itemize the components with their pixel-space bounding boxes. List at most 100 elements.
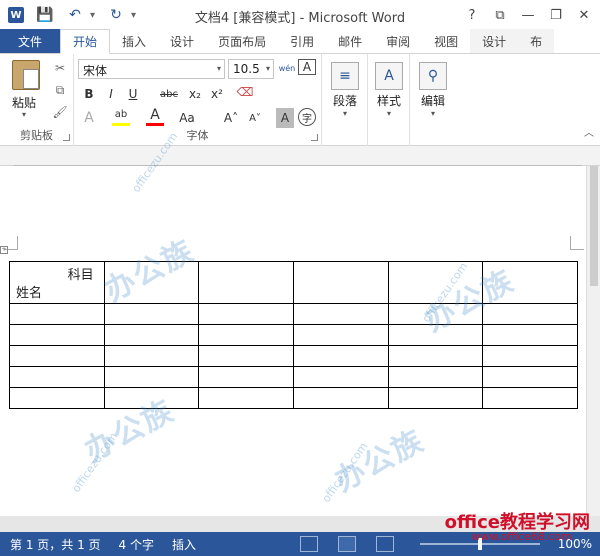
ribbon-display-options-button[interactable]: ⧉ bbox=[488, 4, 512, 26]
font-size-select[interactable]: 10.5 ▾ bbox=[228, 59, 274, 79]
close-button[interactable]: ✕ bbox=[572, 4, 596, 26]
paste-icon[interactable] bbox=[12, 60, 40, 90]
table-move-handle-icon[interactable]: + bbox=[0, 246, 8, 254]
table-cell[interactable] bbox=[482, 387, 578, 409]
collapse-ribbon-icon[interactable]: ︿ bbox=[584, 124, 594, 139]
tab-review[interactable]: 审阅 bbox=[374, 29, 422, 53]
page-count[interactable]: 第 1 页，共 1 页 bbox=[10, 536, 101, 553]
help-button[interactable]: ? bbox=[460, 4, 484, 26]
table-cell[interactable] bbox=[292, 345, 389, 367]
table-cell[interactable] bbox=[198, 387, 294, 409]
table-cell[interactable] bbox=[387, 261, 484, 304]
paragraph-button[interactable]: ≡ 段落 ▾ bbox=[323, 58, 367, 128]
table-cell[interactable] bbox=[9, 345, 105, 367]
tab-design[interactable]: 设计 bbox=[158, 29, 206, 53]
table-header-cell[interactable]: 科目 姓名 bbox=[9, 261, 105, 304]
styles-button[interactable]: A 样式 ▾ bbox=[367, 58, 411, 128]
print-layout-icon[interactable] bbox=[338, 536, 356, 552]
change-case-button[interactable]: Aa bbox=[178, 108, 196, 128]
table-cell[interactable] bbox=[387, 387, 484, 409]
vertical-scrollbar[interactable] bbox=[586, 166, 600, 516]
tab-file[interactable]: 文件 bbox=[0, 29, 61, 53]
grow-font-button[interactable]: A˄ bbox=[222, 108, 240, 128]
page[interactable]: + 科目 姓名 办公族 办公族 办公族 办公族 officezu.com off… bbox=[0, 130, 586, 516]
paste-button[interactable]: 粘贴 bbox=[12, 94, 36, 111]
table-cell[interactable] bbox=[292, 387, 389, 409]
table-cell[interactable] bbox=[482, 303, 578, 325]
customize-qat-icon[interactable]: ▾ bbox=[131, 10, 136, 21]
font-color-button[interactable]: A bbox=[146, 106, 164, 126]
table-cell[interactable] bbox=[198, 324, 294, 346]
font-launcher-icon[interactable] bbox=[311, 134, 318, 141]
word-count[interactable]: 4 个字 bbox=[119, 536, 154, 553]
table-cell[interactable] bbox=[198, 345, 294, 367]
tab-insert[interactable]: 插入 bbox=[110, 29, 158, 53]
table-cell[interactable] bbox=[292, 366, 389, 388]
table-cell[interactable] bbox=[198, 303, 294, 325]
web-layout-icon[interactable] bbox=[376, 536, 394, 552]
paste-dropdown-icon[interactable]: ▾ bbox=[22, 110, 26, 119]
minimize-button[interactable]: — bbox=[516, 4, 540, 26]
clear-formatting-icon[interactable]: ⌫ bbox=[236, 82, 254, 102]
table-cell[interactable] bbox=[198, 261, 294, 304]
italic-button[interactable]: I bbox=[102, 84, 120, 104]
underline-button[interactable]: U bbox=[124, 84, 142, 104]
table-cell[interactable] bbox=[292, 303, 389, 325]
table-cell[interactable] bbox=[103, 324, 200, 346]
table[interactable]: 科目 姓名 bbox=[9, 261, 578, 409]
redo-icon[interactable]: ↻ bbox=[107, 6, 125, 24]
table-cell[interactable] bbox=[9, 387, 105, 409]
undo-dropdown-icon[interactable]: ▾ bbox=[90, 10, 95, 21]
table-cell[interactable] bbox=[482, 324, 578, 346]
font-name-select[interactable]: 宋体 ▾ bbox=[78, 59, 225, 79]
table-cell[interactable] bbox=[9, 366, 105, 388]
table-cell[interactable] bbox=[292, 261, 389, 304]
read-mode-icon[interactable] bbox=[300, 536, 318, 552]
shrink-font-button[interactable]: A˅ bbox=[246, 108, 264, 128]
editing-button[interactable]: ⚲ 编辑 ▾ bbox=[411, 58, 455, 128]
table-cell[interactable] bbox=[103, 303, 200, 325]
tab-table-design[interactable]: 设计 bbox=[470, 29, 519, 53]
table-cell[interactable] bbox=[103, 366, 200, 388]
table-cell[interactable] bbox=[482, 366, 578, 388]
table-cell[interactable] bbox=[292, 324, 389, 346]
table-cell[interactable] bbox=[9, 324, 105, 346]
undo-icon[interactable]: ↶ bbox=[66, 6, 84, 24]
restore-button[interactable]: ❐ bbox=[544, 4, 568, 26]
tab-mailings[interactable]: 邮件 bbox=[326, 29, 374, 53]
table-cell[interactable] bbox=[198, 366, 294, 388]
save-icon[interactable]: 💾 bbox=[36, 6, 54, 24]
table-cell[interactable] bbox=[103, 261, 200, 304]
table-cell[interactable] bbox=[387, 366, 484, 388]
table-cell[interactable] bbox=[9, 303, 105, 325]
superscript-button[interactable]: x² bbox=[208, 84, 226, 104]
strikethrough-button[interactable]: abc bbox=[160, 84, 178, 104]
text-effects-button[interactable]: A bbox=[80, 108, 98, 128]
insert-mode[interactable]: 插入 bbox=[172, 536, 196, 553]
tab-page-layout[interactable]: 页面布局 bbox=[206, 29, 278, 53]
enclose-characters-button[interactable]: 字 bbox=[298, 108, 316, 126]
bold-button[interactable]: B bbox=[80, 84, 98, 104]
cut-icon[interactable]: ✂ bbox=[52, 60, 68, 76]
format-painter-icon[interactable]: 🖌 bbox=[52, 104, 68, 120]
table-cell[interactable] bbox=[387, 303, 484, 325]
tab-references[interactable]: 引用 bbox=[278, 29, 326, 53]
tab-home[interactable]: 开始 bbox=[60, 29, 111, 54]
character-shading-button[interactable]: A bbox=[276, 108, 294, 128]
subscript-button[interactable]: x₂ bbox=[186, 84, 204, 104]
character-border-button[interactable]: A bbox=[298, 59, 316, 75]
table-cell[interactable] bbox=[482, 261, 578, 304]
phonetic-guide-button[interactable]: wén bbox=[278, 58, 296, 78]
clipboard-launcher-icon[interactable] bbox=[63, 134, 70, 141]
highlight-button[interactable]: ab bbox=[112, 106, 130, 126]
table-cell[interactable] bbox=[387, 345, 484, 367]
tab-view[interactable]: 视图 bbox=[422, 29, 470, 53]
zoom-slider[interactable] bbox=[420, 538, 540, 550]
table-cell[interactable] bbox=[103, 345, 200, 367]
scrollbar-thumb[interactable] bbox=[590, 166, 598, 286]
table-cell[interactable] bbox=[387, 324, 484, 346]
table-cell[interactable] bbox=[103, 387, 200, 409]
table-cell[interactable] bbox=[482, 345, 578, 367]
copy-icon[interactable]: ⧉ bbox=[52, 82, 68, 98]
tab-table-layout[interactable]: 布 bbox=[518, 29, 555, 53]
